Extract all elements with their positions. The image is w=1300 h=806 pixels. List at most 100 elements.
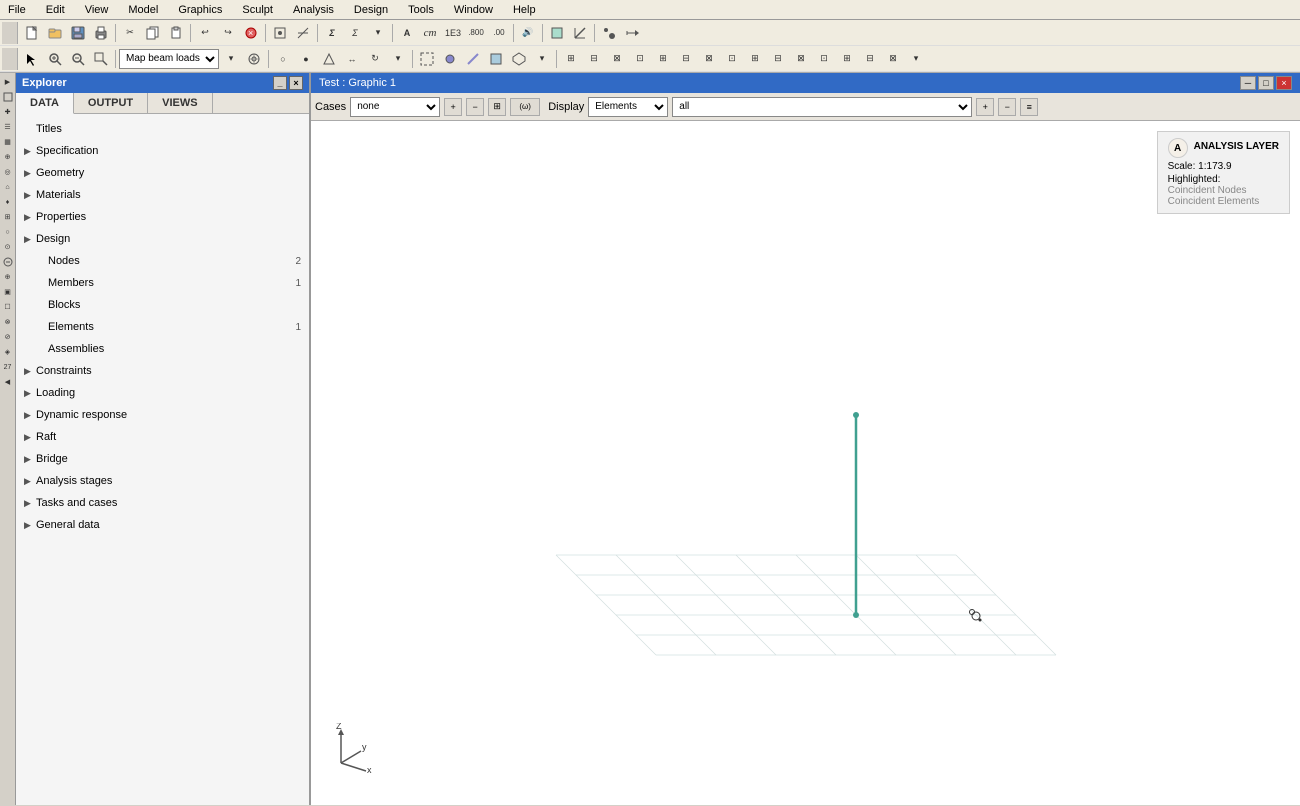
menu-view[interactable]: View <box>81 4 113 16</box>
menu-file[interactable]: File <box>4 4 30 16</box>
left-icon-11[interactable]: ○ <box>1 225 15 239</box>
menu-model[interactable]: Model <box>124 4 162 16</box>
tb2-more-btn[interactable]: ▾ <box>905 48 927 70</box>
tb2-b8[interactable]: ⊡ <box>721 48 743 70</box>
cases-add-btn[interactable]: + <box>444 98 462 116</box>
tree-general-data[interactable]: ▶ General data <box>16 514 309 536</box>
left-icon-16[interactable]: ☐ <box>1 300 15 314</box>
snap-button[interactable] <box>269 22 291 44</box>
left-icon-8[interactable]: ⌂ <box>1 180 15 194</box>
tab-output[interactable]: OUTPUT <box>74 93 148 113</box>
left-icon-7[interactable]: ◎ <box>1 165 15 179</box>
menu-graphics[interactable]: Graphics <box>174 4 226 16</box>
rotate-btn[interactable]: ↻ <box>364 48 386 70</box>
select-member-btn[interactable] <box>462 48 484 70</box>
tree-blocks[interactable]: Blocks <box>16 294 309 316</box>
menu-analysis[interactable]: Analysis <box>289 4 338 16</box>
select-node-btn[interactable] <box>439 48 461 70</box>
tree-design[interactable]: ▶ Design <box>16 228 309 250</box>
delete-button[interactable]: × <box>240 22 262 44</box>
solid-btn[interactable]: ● <box>295 48 317 70</box>
tb2-b14[interactable]: ⊟ <box>859 48 881 70</box>
tree-bridge[interactable]: ▶ Bridge <box>16 448 309 470</box>
explorer-minimize-btn[interactable]: _ <box>273 76 287 90</box>
open-button[interactable] <box>44 22 66 44</box>
left-icon-21[interactable]: ◀ <box>1 375 15 389</box>
menu-sculpt[interactable]: Sculpt <box>238 4 277 16</box>
tb2-b11[interactable]: ⊠ <box>790 48 812 70</box>
units-btn[interactable] <box>546 22 568 44</box>
tab-data[interactable]: DATA <box>16 93 74 114</box>
left-icon-15[interactable]: ▣ <box>1 285 15 299</box>
tree-materials[interactable]: ▶ Materials <box>16 184 309 206</box>
left-icon-13[interactable] <box>1 255 15 269</box>
paste-button[interactable] <box>165 22 187 44</box>
graphic-canvas[interactable]: A ANALYSIS LAYER Scale: 1:173.9 Highligh… <box>311 121 1300 805</box>
sum-more[interactable]: ▾ <box>367 22 389 44</box>
tree-tasks-and-cases[interactable]: ▶ Tasks and cases <box>16 492 309 514</box>
tb2-b3[interactable]: ⊠ <box>606 48 628 70</box>
left-icon-5[interactable]: ▦ <box>1 135 15 149</box>
sigma-button[interactable]: Σ <box>321 22 343 44</box>
cases-remove-btn[interactable]: − <box>466 98 484 116</box>
cursor-btn[interactable] <box>21 48 43 70</box>
tb2-b4[interactable]: ⊡ <box>629 48 651 70</box>
left-icon-14[interactable]: ⊕ <box>1 270 15 284</box>
tb2-b7[interactable]: ⊠ <box>698 48 720 70</box>
left-icon-17[interactable]: ⊗ <box>1 315 15 329</box>
tb2-b9[interactable]: ⊞ <box>744 48 766 70</box>
left-icon-2[interactable] <box>1 90 15 104</box>
redo-button[interactable]: ↪ <box>217 22 239 44</box>
copy-button[interactable] <box>142 22 164 44</box>
tb2-b10[interactable]: ⊟ <box>767 48 789 70</box>
all-more-btn[interactable]: ≡ <box>1020 98 1038 116</box>
dec2-btn[interactable]: .00 <box>488 22 510 44</box>
print-button[interactable] <box>90 22 112 44</box>
tree-loading[interactable]: ▶ Loading <box>16 382 309 404</box>
zoom-window-btn[interactable] <box>90 48 112 70</box>
menu-design[interactable]: Design <box>350 4 392 16</box>
left-icon-20[interactable]: 27 <box>1 360 15 374</box>
tb2-b13[interactable]: ⊞ <box>836 48 858 70</box>
move-btn[interactable]: ↔ <box>341 48 363 70</box>
left-icon-9[interactable]: ♦ <box>1 195 15 209</box>
axes-button[interactable] <box>292 22 314 44</box>
cases-more2-btn[interactable]: (ω) <box>510 98 540 116</box>
left-icon-12[interactable]: ⊙ <box>1 240 15 254</box>
tree-titles[interactable]: Titles <box>16 118 309 140</box>
all-dropdown[interactable]: all <box>672 97 972 117</box>
select-face-btn[interactable] <box>508 48 530 70</box>
wireframe-btn[interactable]: ○ <box>272 48 294 70</box>
tb2-b5[interactable]: ⊞ <box>652 48 674 70</box>
tb2-b15[interactable]: ⊠ <box>882 48 904 70</box>
cut-button[interactable]: ✂ <box>119 22 141 44</box>
menu-help[interactable]: Help <box>509 4 540 16</box>
text-size-btn[interactable]: A <box>396 22 418 44</box>
num-btn[interactable]: 1E3 <box>442 22 464 44</box>
select-element-btn[interactable] <box>485 48 507 70</box>
left-icon-6[interactable]: ⊕ <box>1 150 15 164</box>
map-more-btn[interactable]: ▾ <box>220 48 242 70</box>
left-icon-10[interactable]: ⊞ <box>1 210 15 224</box>
menu-window[interactable]: Window <box>450 4 497 16</box>
tab-views[interactable]: VIEWS <box>148 93 212 113</box>
cases-more1-btn[interactable]: ⊞ <box>488 98 506 116</box>
tree-constraints[interactable]: ▶ Constraints <box>16 360 309 382</box>
explorer-close-btn[interactable]: × <box>289 76 303 90</box>
tree-raft[interactable]: ▶ Raft <box>16 426 309 448</box>
rotate-more-btn[interactable]: ▾ <box>387 48 409 70</box>
graphic-maximize-btn[interactable]: □ <box>1258 76 1274 90</box>
cases-dropdown[interactable]: none <box>350 97 440 117</box>
tree-assemblies[interactable]: Assemblies <box>16 338 309 360</box>
left-icon-19[interactable]: ◈ <box>1 345 15 359</box>
tree-analysis-stages[interactable]: ▶ Analysis stages <box>16 470 309 492</box>
menu-tools[interactable]: Tools <box>404 4 438 16</box>
new-button[interactable] <box>21 22 43 44</box>
undo-button[interactable]: ↩ <box>194 22 216 44</box>
audio-btn[interactable]: 🔊 <box>517 22 539 44</box>
grid-btn[interactable] <box>243 48 265 70</box>
node-size-btn[interactable] <box>598 22 620 44</box>
font-btn[interactable]: cm <box>419 22 441 44</box>
tree-geometry[interactable]: ▶ Geometry <box>16 162 309 184</box>
map-beam-loads-dropdown[interactable]: Map beam loads <box>119 49 219 69</box>
